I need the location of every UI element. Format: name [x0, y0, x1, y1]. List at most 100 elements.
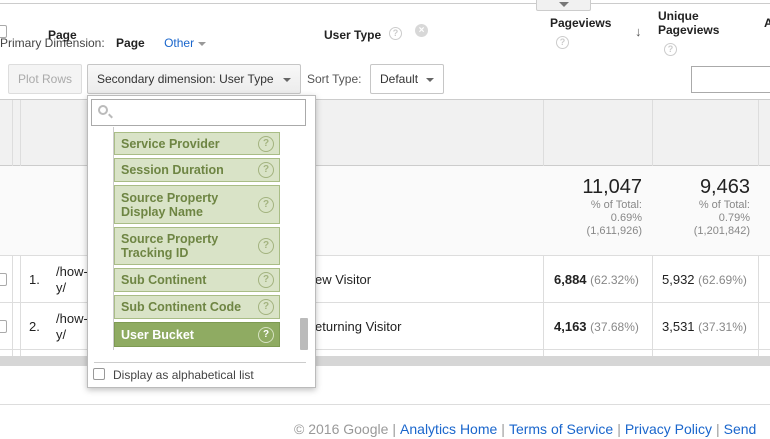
- top-divider: [0, 0, 770, 4]
- unique-value: 5,932: [662, 272, 695, 287]
- select-all-checkbox[interactable]: [0, 25, 7, 38]
- dimension-list[interactable]: Service Provider? Session Duration? Sour…: [113, 127, 280, 350]
- separator: |: [715, 421, 720, 437]
- dimension-item-label: Source Property Tracking ID: [121, 232, 219, 260]
- row-number: 1.: [29, 272, 40, 287]
- help-icon[interactable]: ?: [258, 196, 274, 213]
- header-truncated: A: [764, 16, 770, 30]
- header-page[interactable]: Page: [48, 28, 77, 42]
- totals-site-total: (1,611,926): [586, 225, 642, 237]
- row-unique: 5,932 (62.69%): [662, 272, 747, 287]
- dimension-item[interactable]: Sub Continent Code?: [114, 295, 280, 319]
- header-unique-pageviews[interactable]: Unique Pageviews: [658, 9, 738, 37]
- dropdown-divider: [94, 362, 306, 363]
- dimension-item-label: Service Provider: [121, 136, 220, 151]
- help-icon[interactable]: ?: [389, 27, 402, 40]
- help-icon[interactable]: ?: [556, 36, 569, 49]
- footer: © 2016 Google | Analytics Home | Terms of Se…: [294, 421, 756, 437]
- totals-pct-label: % of Total:: [698, 199, 750, 211]
- dimension-item[interactable]: Source Property Tracking ID?: [114, 227, 280, 265]
- chevron-down-icon: [283, 78, 291, 82]
- dimension-item-selected[interactable]: User Bucket?: [114, 322, 280, 347]
- help-icon[interactable]: ?: [258, 162, 274, 178]
- row-page-link[interactable]: /how-y/: [56, 264, 88, 296]
- row-pageviews: 4,163 (37.68%): [554, 319, 639, 334]
- page-line2: y/: [56, 327, 67, 342]
- row-checkbox[interactable]: [0, 273, 7, 286]
- row-page-link[interactable]: /how-y/: [56, 311, 88, 343]
- terms-link[interactable]: Terms of Service: [509, 421, 613, 437]
- sort-type-label: Sort Type:: [307, 72, 362, 86]
- dimension-item-label: Session Duration: [121, 163, 224, 177]
- header-user-type[interactable]: User Type: [324, 28, 381, 42]
- primary-dimension-other[interactable]: Other: [164, 36, 207, 50]
- secondary-dimension-button[interactable]: Secondary dimension: User Type: [87, 64, 301, 94]
- page-line1: /how-: [56, 264, 88, 279]
- footer-divider: [0, 404, 770, 405]
- page-line2: y/: [56, 280, 67, 295]
- other-label: Other: [164, 36, 195, 50]
- row-user-type: ew Visitor: [315, 272, 372, 287]
- row-checkbox[interactable]: [0, 320, 7, 333]
- sort-descending-icon[interactable]: ↓: [635, 24, 642, 39]
- sort-type-select[interactable]: Default: [370, 64, 444, 94]
- collapse-tab[interactable]: [536, 0, 591, 11]
- help-icon[interactable]: ?: [258, 135, 274, 152]
- page-line1: /how-: [56, 311, 88, 326]
- totals-pct-label: % of Total:: [590, 199, 642, 211]
- chevron-down-icon: [559, 2, 569, 7]
- separator: |: [617, 421, 621, 437]
- dimension-item[interactable]: Sub Continent?: [114, 268, 280, 292]
- unique-value: 3,531: [662, 319, 695, 334]
- row-user-type: eturning Visitor: [315, 319, 402, 334]
- header-pageviews[interactable]: Pageviews: [550, 16, 620, 30]
- help-icon[interactable]: ?: [258, 272, 274, 288]
- chevron-down-icon: [198, 41, 207, 46]
- totals-site-total: (1,201,842): [693, 225, 750, 237]
- help-icon[interactable]: ?: [258, 238, 274, 254]
- privacy-link[interactable]: Privacy Policy: [625, 421, 712, 437]
- totals-pct: 0.79%: [718, 212, 750, 224]
- pageviews-value: 4,163: [554, 319, 587, 334]
- dimension-item-label: Sub Continent Code: [121, 300, 242, 314]
- dropdown-scrollbar-thumb[interactable]: [300, 318, 308, 350]
- help-icon[interactable]: ?: [664, 43, 677, 56]
- separator: |: [501, 421, 505, 437]
- unique-pct: (62.69%): [698, 273, 747, 287]
- analytics-home-link[interactable]: Analytics Home: [400, 421, 497, 437]
- send-feedback-link[interactable]: Send: [724, 421, 757, 437]
- row-unique: 3,531 (37.31%): [662, 319, 747, 334]
- totals-pageviews: 11,047 % of Total: 0.69% (1,611,926): [548, 176, 642, 238]
- help-icon[interactable]: ?: [258, 326, 274, 343]
- primary-dimension-bar: Primary Dimension: Page Other: [0, 36, 207, 50]
- copyright: © 2016 Google: [294, 421, 389, 437]
- search-icon: [98, 105, 108, 115]
- separator: |: [392, 421, 397, 437]
- dimension-item[interactable]: Source Property Display Name?: [114, 185, 280, 224]
- header-unique-line1: Unique: [658, 9, 699, 23]
- help-icon[interactable]: ?: [258, 299, 274, 315]
- totals-unique: 9,463 % of Total: 0.79% (1,201,842): [655, 176, 750, 238]
- alphabetical-checkbox[interactable]: [93, 368, 105, 380]
- totals-pct: 0.69%: [610, 212, 642, 224]
- remove-dimension-icon[interactable]: ×: [415, 24, 428, 37]
- table-search-input[interactable]: [691, 66, 770, 93]
- unique-pct: (37.31%): [698, 320, 747, 334]
- pageviews-pct: (62.32%): [590, 273, 639, 287]
- chevron-down-icon: [426, 78, 434, 82]
- dimension-item-label: Source Property Display Name: [121, 190, 219, 219]
- alphabetical-label[interactable]: Display as alphabetical list: [113, 368, 254, 382]
- plot-rows-button[interactable]: Plot Rows: [8, 64, 83, 94]
- pageviews-value: 6,884: [554, 272, 587, 287]
- primary-dimension-page[interactable]: Page: [116, 36, 145, 50]
- header-unique-line2: Pageviews: [658, 23, 720, 37]
- row-pageviews: 6,884 (62.32%): [554, 272, 639, 287]
- row-number: 2.: [29, 319, 40, 334]
- dimension-item[interactable]: Session Duration?: [114, 158, 280, 182]
- dimension-search-input[interactable]: [91, 99, 306, 126]
- dimension-item-label: User Bucket: [121, 327, 194, 342]
- secondary-dimension-label: Secondary dimension: User Type: [97, 72, 274, 86]
- totals-pageviews-value: 11,047: [582, 176, 642, 198]
- dimension-item[interactable]: Service Provider?: [114, 132, 280, 155]
- pageviews-pct: (37.68%): [590, 320, 639, 334]
